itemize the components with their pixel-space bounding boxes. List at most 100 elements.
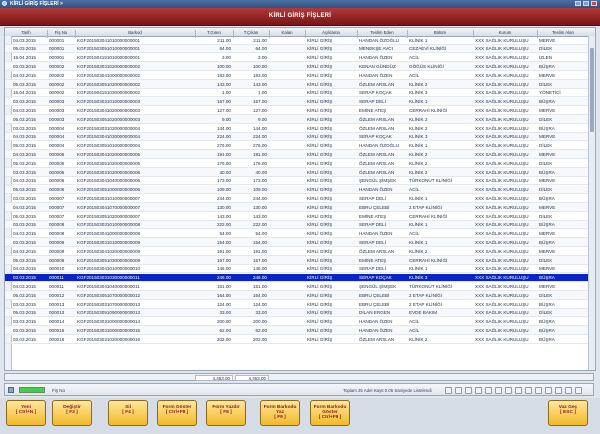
table-row[interactable]: 03.03.2015 000005 KGF201503031020000000006… (5, 168, 595, 177)
table-row[interactable]: 05.03.2015 000002 KGF201503051020000000002… (5, 80, 595, 89)
table-row[interactable]: 04.03.2015 000003 KGF201503041020000000003… (5, 106, 595, 115)
button-label: Form Barkodu Yaz (263, 405, 297, 415)
table-row[interactable]: 03.03.2015 000013 KGF201503031070000000013… (5, 300, 595, 309)
table-row[interactable]: 03.03.2015 000015 KGF201503031000000000015… (5, 326, 595, 335)
column-header[interactable]: Tarih (5, 30, 47, 35)
table-row[interactable]: 05.03.2015 000004 KGF201503051010000000004… (5, 142, 595, 151)
table-row[interactable]: 15.04.2015 000002 KGF201504151030000000002… (5, 89, 595, 98)
table-cell: 130.00 (252, 204, 267, 210)
table-cell: 2 ETAP KLİNİĞİ (409, 301, 443, 307)
table-cell: KGF201503041030000000004 (77, 134, 141, 140)
table-cell: 000003 (49, 116, 65, 122)
table-cell: KİRLİ GİRİŞ (307, 195, 333, 201)
table-row[interactable]: 05.03.2015 000012 KGF201503051070000000012… (5, 291, 595, 300)
table-cell: XXX SAĞLIK KURULUŞU (475, 107, 529, 113)
sort-icon[interactable]: ⇅ (51, 28, 55, 30)
table-row[interactable]: 03.03.2015 000011 KGF201503031030000000011… (5, 273, 595, 283)
table-row[interactable]: 04.03.2015 000002 KGF201503041000000000002… (5, 71, 595, 80)
sil-button[interactable]: Sil[ F4 ] (108, 400, 148, 426)
save-icon[interactable] (545, 387, 552, 394)
layout-icon[interactable] (535, 387, 542, 394)
form-göster-button[interactable]: Form Göster[ Ctrl+F8 ] (157, 400, 197, 426)
table-row[interactable]: 04.03.2015 000009 KGF201503041020000000009… (5, 247, 595, 256)
table-row[interactable]: 04.03.2015 000008 KGF201503041000000000008… (5, 230, 595, 239)
total-giren: 4,453.00 (195, 375, 233, 381)
form-barkodu-göster-button[interactable]: Form Barkodu Göster[ Ctrl+F9 ] (310, 400, 350, 426)
table-row[interactable]: 04.03.2015 000011 KGF201503041040000000011… (5, 282, 595, 291)
table-row[interactable]: 03.03.2015 000016 KGF201503031020000000016… (5, 335, 595, 344)
table-row[interactable]: 03.03.2015 000007 KGF201503031010000000007… (5, 194, 595, 203)
table-row[interactable]: 05.03.2015 000013 KGF201503051090000000013… (5, 308, 595, 318)
table-row[interactable]: 03.03.2015 000008 KGF201503031010000000008… (5, 220, 595, 230)
yeni-button[interactable]: Yeni[ Ctrl+N ] (6, 400, 46, 426)
form-yazdır-button[interactable]: Form Yazdır[ F8 ] (206, 400, 246, 426)
table-cell: 200.00 (216, 319, 231, 325)
table-row[interactable]: 05.03.2015 000001 KGF201503051010000000001… (5, 44, 595, 54)
form-barkodu-yaz-button[interactable]: Form Barkodu Yaz[ F9 ] (260, 400, 300, 426)
column-header[interactable]: Kurum (473, 30, 537, 35)
search-icon[interactable] (505, 387, 512, 394)
minimize-icon[interactable] (575, 1, 581, 6)
table-row[interactable]: 05.03.2015 000003 KGF201503051020000000003… (5, 115, 595, 124)
table-cell: KİRLİ GİRİŞ (307, 46, 333, 52)
print-icon[interactable] (515, 387, 522, 394)
column-header[interactable]: Teslim Eden (357, 30, 407, 35)
filter-icon[interactable] (445, 387, 452, 394)
vertical-scrollbar[interactable] (588, 36, 595, 370)
table-cell: 124.00 (252, 301, 267, 307)
column-header[interactable]: Açıklama (305, 30, 357, 35)
excel-icon[interactable] (475, 387, 482, 394)
vaz-geç-button[interactable]: Vaz Geç[ ESC ] (548, 400, 588, 426)
settings-icon[interactable] (525, 387, 532, 394)
table-row[interactable]: 05.03.2015 000009 KGF201503051030000000009… (5, 256, 595, 265)
column-header[interactable]: T.Giren (195, 30, 233, 35)
table-row[interactable]: 03.03.2015 000014 KGF201503031000000000014… (5, 318, 595, 327)
table-row[interactable]: 05.03.2015 000007 KGF201503051020000000007… (5, 212, 595, 221)
table-row[interactable]: 04.03.2015 000006 KGF201503041040000000006… (5, 177, 595, 186)
column-header[interactable]: Barkod (75, 30, 195, 35)
column-header[interactable]: Fiş No (47, 30, 75, 35)
column-header[interactable]: Bölüm (407, 30, 473, 35)
table-row[interactable]: 15.04.2015 000001 KGF201504151010000000001… (5, 54, 595, 63)
değiştir-button[interactable]: Değiştir[ F3 ] (52, 400, 92, 426)
column-header[interactable]: Kalan (269, 30, 305, 35)
table-row[interactable]: 04.03.2015 000005 KGF201503041020000000005… (5, 150, 595, 159)
table-row[interactable]: 03.03.2015 000002 KGF201503031020000000002… (5, 62, 595, 71)
table-row[interactable]: 05.03.2015 000005 KGF201503051020000000005… (5, 159, 595, 168)
grid-icon[interactable] (455, 387, 462, 394)
table-row[interactable]: 04.03.2015 000004 KGF201503041030000000004… (5, 132, 595, 142)
button-shortcut: [ Ctrl+F8 ] (165, 410, 189, 415)
table-cell: KGF201503031010000000003 (77, 99, 141, 105)
close-icon[interactable] (591, 1, 597, 6)
table-cell: 15.04.2015 (13, 90, 36, 96)
table-row[interactable]: 03.03.2015 000004 KGF201503031020000000004… (5, 124, 595, 133)
table-cell: 2 ETAP KLİNİĞİ (409, 292, 443, 298)
help-icon[interactable] (575, 387, 582, 394)
refresh-icon[interactable] (485, 387, 492, 394)
table-cell: 15.04.2015 (13, 55, 36, 61)
table-row[interactable]: 03.03.2015 000009 KGF201503031010000000009… (5, 238, 595, 247)
table-row[interactable]: 04.03.2015 000010 KGF201503041010000000010… (5, 265, 595, 274)
table-cell: MERVE (539, 178, 556, 184)
table-row[interactable]: 04.03.2015 000001 KGF201503041010000000001… (5, 36, 595, 45)
column-header[interactable]: Teslim Alan (537, 30, 589, 35)
table-cell: KİRLİ GİRİŞ (307, 248, 333, 254)
scrollbar-thumb[interactable] (590, 48, 594, 132)
columns-icon[interactable] (495, 387, 502, 394)
table-cell: 000009 (49, 248, 65, 254)
window-titlebar: KİRLİ GİRİŞ FİŞLERİ > (0, 0, 600, 8)
export-icon[interactable] (465, 387, 472, 394)
table-cell: KİRLİ GİRİŞ (307, 222, 333, 228)
table-cell: KGF201503031020000000004 (77, 125, 141, 131)
email-icon[interactable] (565, 387, 572, 394)
table-cell: KGF201503041040000000006 (77, 178, 141, 184)
table-row[interactable]: 03.03.2015 000003 KGF201503031010000000003… (5, 97, 595, 107)
table-row[interactable]: 04.03.2015 000007 KGF201503041070000000007… (5, 203, 595, 212)
maximize-icon[interactable] (583, 1, 589, 6)
table-cell: 000003 (49, 99, 65, 105)
chart-icon[interactable] (555, 387, 562, 394)
table-row[interactable]: 05.03.2015 000006 KGF201503051000000000006… (5, 185, 595, 195)
navigator-icon[interactable] (8, 387, 14, 393)
data-grid[interactable]: Tarih Fiş No Barkod T.Giren T.Çıkan Kalan Açık… (4, 27, 596, 371)
column-header[interactable]: T.Çıkan (233, 30, 269, 35)
